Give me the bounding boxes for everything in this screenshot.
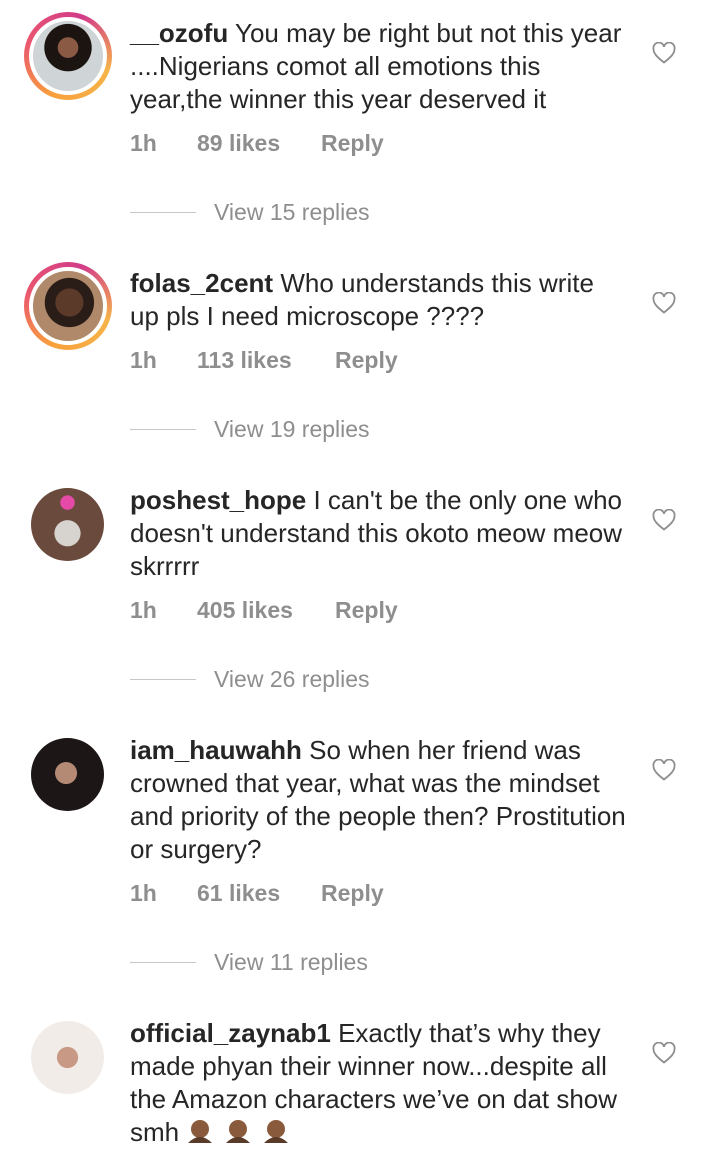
- view-replies-button[interactable]: View 15 replies: [130, 199, 370, 226]
- avatar-wrapper[interactable]: [31, 738, 104, 811]
- comment-text: __ozofu You may be right but not this ye…: [130, 17, 630, 116]
- view-replies-button[interactable]: View 11 replies: [130, 949, 368, 976]
- heart-outline-icon[interactable]: [652, 759, 676, 781]
- avatar-story-ring[interactable]: [24, 12, 112, 100]
- avatar: [29, 267, 107, 345]
- heart-outline-icon[interactable]: [652, 292, 676, 314]
- likes-count[interactable]: 61 likes: [197, 880, 321, 907]
- divider: [130, 211, 196, 214]
- comment-text: poshest_hope I can't be the only one who…: [130, 484, 630, 583]
- divider: [130, 961, 196, 964]
- timestamp: 1h: [130, 130, 157, 156]
- likes-count[interactable]: 405 likes: [197, 597, 335, 624]
- comment-meta: 1h 113 likes Reply: [130, 347, 398, 374]
- reply-button[interactable]: Reply: [321, 130, 384, 157]
- avatar: [31, 488, 104, 561]
- comment-meta: 1h 405 likes Reply: [130, 597, 398, 624]
- timestamp: 1h: [130, 347, 157, 373]
- username[interactable]: official_zaynab1: [130, 1018, 331, 1048]
- view-replies-label: View 19 replies: [214, 416, 370, 442]
- woman-shrugging-emoji-icons: [186, 1117, 290, 1151]
- comment-text: iam_hauwahh So when her friend was crown…: [130, 734, 630, 866]
- likes-count[interactable]: 89 likes: [197, 130, 321, 157]
- view-replies-button[interactable]: View 19 replies: [130, 416, 370, 443]
- view-replies-label: View 26 replies: [214, 666, 370, 692]
- heart-outline-icon[interactable]: [652, 42, 676, 64]
- avatar-wrapper[interactable]: [31, 488, 104, 561]
- avatar-story-ring[interactable]: [24, 262, 112, 350]
- timestamp: 1h: [130, 597, 157, 623]
- avatar: [31, 738, 104, 811]
- view-replies-label: View 15 replies: [214, 199, 370, 225]
- username[interactable]: __ozofu: [130, 18, 228, 48]
- avatar: [31, 1021, 104, 1094]
- divider: [130, 678, 196, 681]
- comment-meta: 1h 61 likes Reply: [130, 880, 384, 907]
- view-replies-label: View 11 replies: [214, 949, 368, 975]
- heart-outline-icon[interactable]: [652, 509, 676, 531]
- comment-meta: 1h 89 likes Reply: [130, 130, 384, 157]
- reply-button[interactable]: Reply: [335, 597, 398, 624]
- reply-button[interactable]: Reply: [321, 880, 384, 907]
- avatar: [29, 17, 107, 95]
- avatar-wrapper[interactable]: [31, 1021, 104, 1094]
- likes-count[interactable]: 113 likes: [197, 347, 335, 374]
- view-replies-button[interactable]: View 26 replies: [130, 666, 370, 693]
- comment-text: official_zaynab1 Exactly that’s why they…: [130, 1017, 630, 1151]
- username[interactable]: poshest_hope: [130, 485, 306, 515]
- username[interactable]: iam_hauwahh: [130, 735, 302, 765]
- reply-button[interactable]: Reply: [335, 347, 398, 374]
- heart-outline-icon[interactable]: [652, 1042, 676, 1064]
- timestamp: 1h: [130, 880, 157, 906]
- comment-text: folas_2cent Who understands this write u…: [130, 267, 630, 333]
- divider: [130, 428, 196, 431]
- username[interactable]: folas_2cent: [130, 268, 273, 298]
